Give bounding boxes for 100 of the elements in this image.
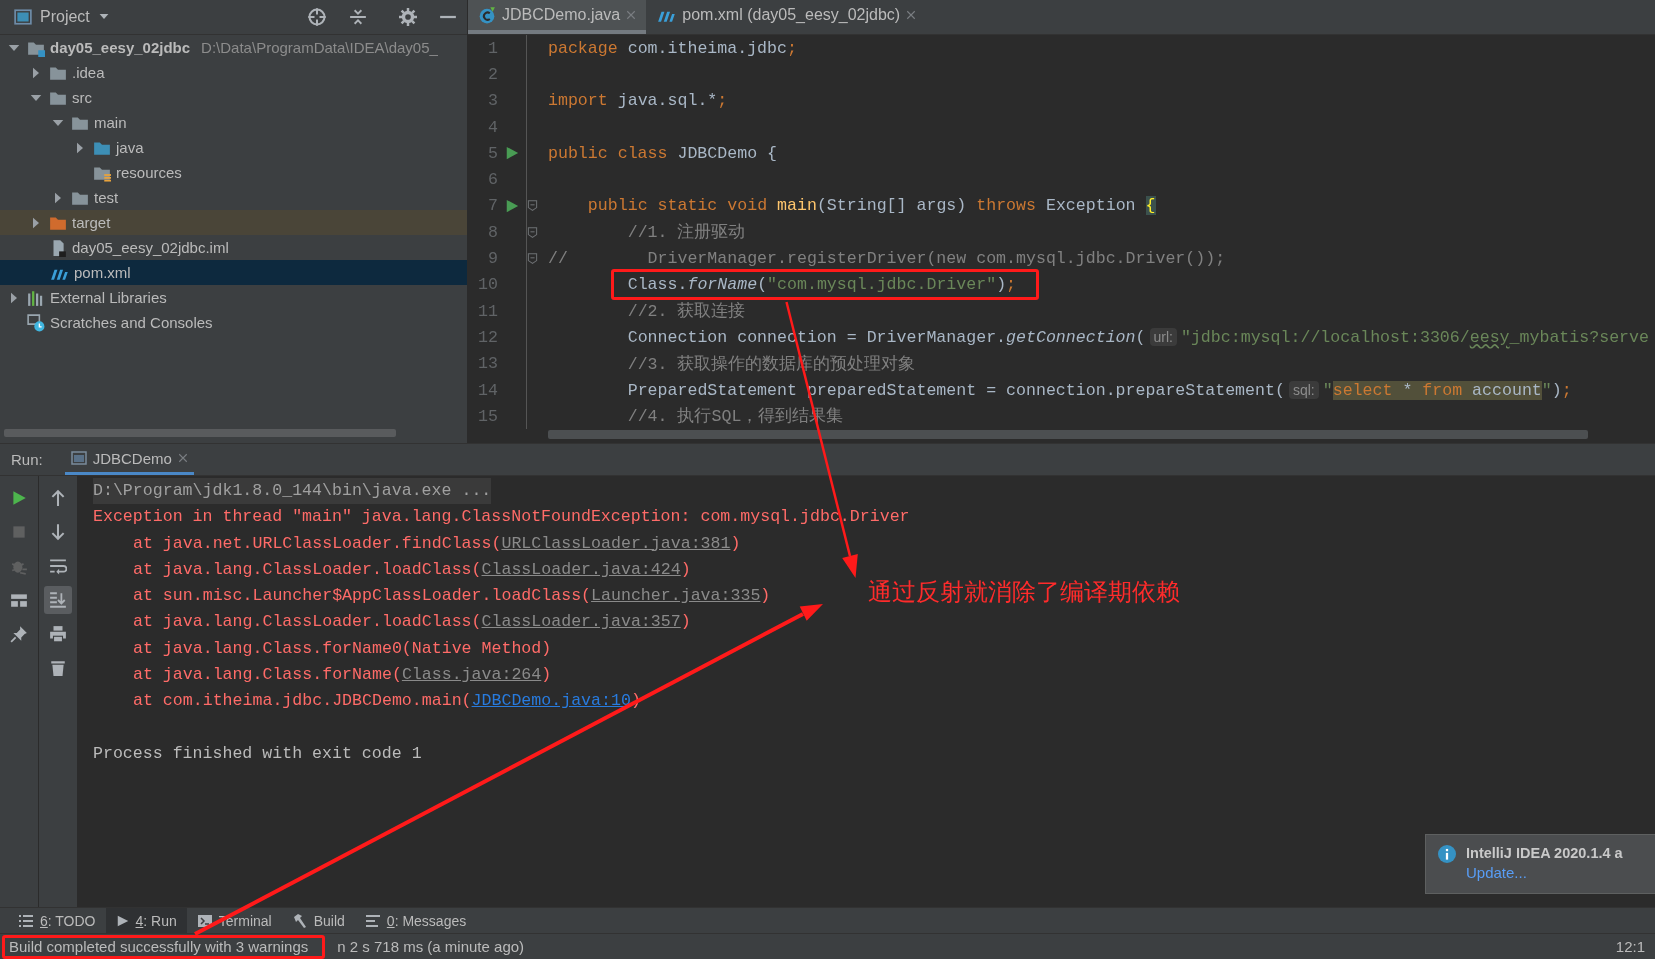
line-number: 14 [477, 380, 498, 400]
code-text: //2. 获取连接 [627, 301, 746, 323]
line-number: 9 [487, 249, 498, 268]
panel-label: Run: [11, 451, 43, 468]
parameter-hint: url: [1149, 328, 1177, 347]
wrap-icon [49, 557, 67, 575]
up-arrow-icon [49, 489, 67, 507]
messages-icon [364, 912, 381, 929]
annotation-text: 通过反射就消除了编译期依赖 [868, 577, 1180, 608]
info-icon [1438, 845, 1456, 863]
scroll-to-end-icon [49, 591, 67, 609]
fold-icon[interactable] [527, 199, 538, 213]
pin-icon [10, 625, 28, 643]
stop-icon [10, 523, 28, 541]
tree-item[interactable]: .idea [0, 60, 467, 85]
line-number: 10 [477, 275, 498, 295]
tree-item[interactable]: target [0, 210, 467, 235]
run-icon [10, 489, 28, 507]
tree-item[interactable]: main [0, 110, 467, 135]
panel-icon [14, 8, 32, 26]
source-link[interactable]: URLClassLoader.java:381 [501, 533, 731, 553]
tree-item[interactable]: src [0, 85, 467, 110]
tree-item[interactable]: day05_eesy_02jdbc.iml [0, 235, 467, 260]
line-number: 4 [487, 117, 498, 137]
run-icon[interactable] [505, 198, 519, 213]
cursor-position[interactable]: 12:1 [1615, 938, 1645, 955]
code-text: "jdbc:mysql://localhost:3306/eesy_mybatis?serve [1180, 327, 1649, 347]
line-number: 13 [477, 354, 498, 374]
locate-icon[interactable] [307, 7, 327, 27]
code-text: "select * from account"); [1322, 380, 1572, 400]
console-line: at java.lang.ClassLoader.loadClass(ClassLoader.java:424) [132, 558, 691, 581]
update-link[interactable]: Update... [1466, 864, 1623, 881]
console-line: at java.net.URLClassLoader.findClass(URLClassLoader.java:381) [132, 532, 741, 555]
terminal-icon [196, 912, 213, 929]
settings-icon[interactable] [399, 8, 417, 26]
line-number: 6 [487, 170, 498, 190]
layout-icon [10, 591, 28, 609]
console-line: at sun.misc.Launcher$AppClassLoader.loadClass(Launcher.java:335) [132, 585, 771, 608]
down-arrow-icon [49, 523, 67, 541]
line-number: 2 [487, 64, 498, 84]
line-number: 15 [477, 406, 498, 426]
tree-item[interactable]: External Libraries [0, 285, 467, 310]
class-icon [478, 6, 496, 24]
tool-window-tab[interactable]: 0: Messages [354, 908, 477, 933]
tree-item[interactable]: pom.xml [0, 260, 467, 285]
line-number: 3 [487, 91, 498, 111]
editor-tab[interactable]: pom.xml (day05_eesy_02jdbc) [646, 0, 927, 34]
close-icon[interactable] [177, 453, 188, 463]
line-number: 7 [487, 196, 498, 216]
tree-item[interactable]: resources [0, 160, 467, 185]
tree-item[interactable]: Scratches and Consoles [0, 310, 467, 335]
tool-window-tab[interactable]: 4: Run [105, 908, 187, 933]
status-message: n 2 s 718 ms (a minute ago) [337, 938, 525, 955]
source-link[interactable]: ClassLoader.java:424 [481, 559, 681, 579]
run-tab[interactable]: JDBCDemo [64, 444, 194, 475]
console-line: at java.lang.Class.forName0(Native Method) [132, 637, 552, 660]
editor-tab[interactable]: JDBCDemo.java [468, 0, 647, 34]
source-link[interactable]: JDBCDemo.java:10 [471, 691, 631, 711]
hammer-icon [291, 912, 308, 929]
run-icon[interactable] [505, 146, 519, 161]
list-icon [18, 912, 34, 929]
tool-window-tab[interactable]: Build [281, 908, 355, 933]
line-number: 12 [477, 327, 498, 347]
printer-icon [49, 625, 67, 643]
close-icon[interactable] [906, 10, 917, 20]
code-text: //1. 注册驱动 [627, 222, 746, 244]
console-clock-icon [27, 313, 45, 332]
line-number: 8 [487, 222, 498, 242]
fold-icon[interactable] [527, 225, 538, 239]
window-icon [70, 450, 87, 466]
line-number: 5 [487, 143, 498, 163]
tree-item[interactable]: day05_eesy_02jdbc D:\Data\ProgramData\IDEA\day05_ [0, 35, 467, 60]
console-line: at java.lang.ClassLoader.loadClass(ClassLoader.java:357) [132, 611, 691, 634]
code-text: public static void main(String[] args) throws Exception { [587, 196, 1156, 216]
scroll-end-button[interactable] [44, 586, 72, 614]
collapse-icon[interactable] [349, 8, 367, 26]
tree-item[interactable]: test [0, 185, 467, 210]
notification-title: IntelliJ IDEA 2020.1.4 a [1466, 845, 1623, 861]
trash-icon [49, 659, 67, 677]
source-link[interactable]: ClassLoader.java:357 [481, 612, 681, 632]
tree-item[interactable]: java [0, 135, 467, 160]
fold-icon[interactable] [527, 252, 538, 265]
code-text: import java.sql.*; [548, 91, 728, 111]
project-path: D:\Data\ProgramData\IDEA\day05_ [201, 39, 438, 56]
scrollbar[interactable] [548, 430, 1588, 439]
source-link[interactable]: Class.java:264 [401, 665, 542, 685]
source-link[interactable]: Launcher.java:335 [591, 586, 761, 606]
scrollbar[interactable] [4, 429, 396, 437]
code-text: public class JDBCDemo { [548, 143, 778, 163]
console-line: Process finished with exit code 1 [93, 742, 422, 765]
line-number: 1 [487, 38, 498, 58]
parameter-hint: sql: [1288, 381, 1319, 399]
line-number: 11 [477, 301, 498, 321]
code-text: // DriverManager.registerDriver(new com.mysql.jdbc.Driver()); [548, 249, 1226, 268]
tool-window-tab[interactable]: 6: TODO [8, 908, 106, 933]
console-line: at java.lang.Class.forName(Class.java:264) [132, 664, 552, 687]
panel-title[interactable]: Project [40, 8, 90, 26]
code-text: Class.forName("com.mysql.jdbc.Driver"); [627, 275, 1017, 295]
code-text: package com.itheima.jdbc; [548, 38, 797, 58]
status-message: Build completed successfully with 3 warnings [9, 937, 309, 955]
